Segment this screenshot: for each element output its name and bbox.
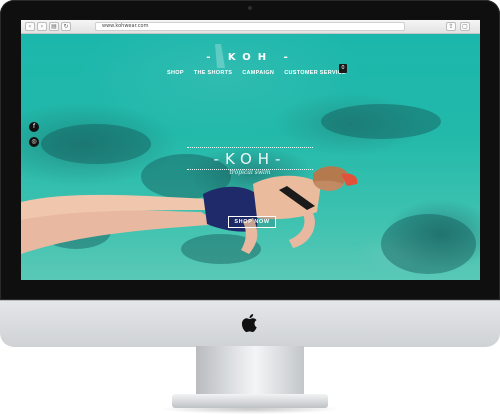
main-nav: SHOP THE SHORTS CAMPAIGN CUSTOMER SERVIC…	[167, 68, 356, 78]
forward-icon[interactable]: ›	[37, 22, 47, 31]
imac-mockup: ‹ › ▤ ↻ www.kohwear.com ⇪ ▢ - KOH - SHOP…	[0, 0, 500, 414]
reload-icon[interactable]: ↻	[61, 22, 71, 31]
back-icon[interactable]: ‹	[25, 22, 35, 31]
nav-item-the-shorts[interactable]: THE SHORTS	[194, 70, 232, 76]
nav-item-shop[interactable]: SHOP	[167, 70, 184, 76]
url-field[interactable]: www.kohwear.com	[95, 22, 405, 31]
logo-divider-top	[187, 147, 313, 148]
hero-logo-text: -KOH-	[213, 150, 287, 168]
cart-icon[interactable]: 0	[339, 64, 347, 73]
hero-logo-subtitle: tropical swim	[229, 169, 271, 176]
imac-stand-base	[172, 394, 328, 408]
nav-item-customer-service[interactable]: CUSTOMER SERVICE	[284, 70, 346, 76]
apple-logo-icon	[241, 314, 257, 333]
imac-stand	[196, 346, 304, 396]
hero-logo: -KOH- tropical swim	[187, 147, 313, 177]
instagram-icon[interactable]: ◎	[29, 137, 39, 147]
tabs-icon[interactable]: ▢	[460, 22, 470, 31]
site-title[interactable]: - KOH -	[21, 52, 480, 63]
camera-icon	[248, 6, 252, 10]
shop-now-button[interactable]: SHOP NOW	[228, 216, 276, 228]
share-icon[interactable]: ⇪	[446, 22, 456, 31]
nav-item-campaign[interactable]: CAMPAIGN	[242, 70, 274, 76]
sidebar-icon[interactable]: ▤	[49, 22, 59, 31]
screen: ‹ › ▤ ↻ www.kohwear.com ⇪ ▢ - KOH - SHOP…	[21, 20, 480, 280]
facebook-icon[interactable]: f	[29, 122, 39, 132]
